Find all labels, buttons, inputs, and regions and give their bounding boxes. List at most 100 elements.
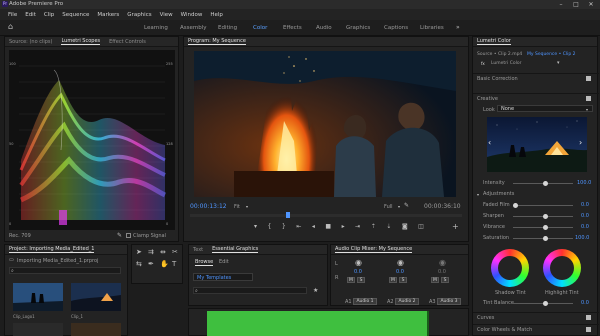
lift-icon[interactable]: ⇡ [371, 223, 376, 233]
tab-browse[interactable]: Browse [195, 259, 214, 266]
graphics-search[interactable]: ⌕ [193, 287, 307, 294]
pen-tool-icon[interactable]: ✒ [148, 261, 154, 268]
solo-button[interactable]: S [399, 277, 407, 283]
go-to-in-icon[interactable]: ⇤ [296, 223, 301, 233]
home-icon[interactable]: ⌂ [8, 23, 13, 31]
templates-select[interactable]: My Templates [193, 273, 253, 281]
section-basic-correction[interactable]: Basic Correction [473, 73, 599, 83]
fit-select[interactable]: Fit [234, 204, 240, 210]
ripple-edit-icon[interactable]: ⇹ [160, 249, 166, 256]
tab-lumetri-scopes[interactable]: Lumetri Scopes [61, 38, 101, 45]
channel-pan-value[interactable]: 0.0 [354, 269, 362, 275]
look-next-icon[interactable]: › [579, 139, 582, 147]
maximize-icon[interactable]: □ [569, 0, 583, 9]
menu-clip[interactable]: Clip [44, 12, 54, 18]
workspace-learning[interactable]: Learning [144, 25, 168, 31]
shadow-tint-wheel[interactable] [491, 249, 529, 287]
wrench-icon[interactable]: ✎ [117, 232, 122, 239]
slider-value[interactable]: 0.0 [581, 202, 589, 208]
quality-chevron-icon[interactable]: ▾ [398, 203, 400, 210]
slider-value[interactable]: 0.0 [581, 213, 589, 219]
tab-source[interactable]: Source: (no clips) [9, 39, 52, 45]
section-creative[interactable]: Creative [473, 93, 599, 103]
fit-chevron-icon[interactable]: ▾ [246, 203, 248, 210]
menu-help[interactable]: Help [210, 12, 223, 18]
menu-markers[interactable]: Markers [97, 12, 119, 18]
workspace-assembly[interactable]: Assembly [180, 25, 207, 31]
faded-film-slider[interactable] [513, 205, 573, 206]
workspace-audio[interactable]: Audio [316, 25, 332, 31]
type-tool-icon[interactable]: T [172, 261, 176, 268]
color-wheels-checkbox[interactable] [586, 327, 591, 332]
tab-project[interactable]: Project: Importing Media_Edited_1 [9, 246, 95, 253]
tab-essential-graphics[interactable]: Essential Graphics [212, 246, 259, 253]
workspace-color[interactable]: Color [253, 25, 267, 31]
tint-balance-value[interactable]: 0.0 [581, 300, 589, 306]
section-curves[interactable]: Curves [473, 312, 599, 322]
add-button-icon[interactable]: + [452, 223, 459, 231]
tab-effect-controls[interactable]: Effect Controls [109, 39, 146, 45]
effect-menu-icon[interactable]: ▾ [557, 60, 560, 67]
menu-view[interactable]: View [160, 12, 173, 18]
export-frame-icon[interactable]: ◙ [402, 223, 408, 233]
tab-program[interactable]: Program: My Sequence [188, 38, 246, 45]
slider-value[interactable]: 100.0 [575, 235, 589, 241]
step-forward-icon[interactable]: ▸ [342, 223, 345, 233]
project-item[interactable] [13, 323, 63, 336]
minimize-icon[interactable]: – [554, 0, 568, 9]
hand-tool-icon[interactable]: ✋ [160, 261, 169, 268]
basic-correction-checkbox[interactable] [586, 76, 591, 81]
pan-knob-icon[interactable]: ◉ [355, 259, 362, 267]
slider-knob[interactable] [543, 225, 548, 230]
selection-tool-icon[interactable]: ➤ [136, 249, 142, 256]
tab-lumetri-color[interactable]: Lumetri Color [477, 38, 511, 45]
slider-knob[interactable] [543, 214, 548, 219]
mute-button[interactable]: M [389, 277, 397, 283]
tint-balance-knob[interactable] [543, 301, 548, 306]
add-marker-icon[interactable]: ▾ [254, 223, 257, 233]
menu-sequence[interactable]: Sequence [62, 12, 89, 18]
stop-icon[interactable]: ■ [325, 223, 331, 233]
lumetri-sequence-label[interactable]: My Sequence • Clip 2 [527, 52, 575, 57]
slip-tool-icon[interactable]: ⇆ [136, 261, 142, 268]
highlight-tint-wheel[interactable] [543, 249, 581, 287]
project-item[interactable] [13, 283, 63, 311]
mark-out-icon[interactable]: } [282, 223, 286, 233]
workspace-captions[interactable]: Captions [384, 25, 408, 31]
step-back-icon[interactable]: ◂ [312, 223, 315, 233]
scope-colorspace[interactable]: Rec. 709 [9, 233, 31, 239]
program-scrubber[interactable] [190, 212, 462, 218]
search-field[interactable]: ⌕ [9, 267, 121, 274]
pan-knob-icon[interactable]: ◉ [439, 259, 446, 267]
slider-value[interactable]: 0.0 [581, 224, 589, 230]
mute-button[interactable]: M [431, 277, 439, 283]
channel-pan-value[interactable]: 0.0 [438, 269, 446, 275]
mark-in-icon[interactable]: { [268, 223, 272, 233]
channel-pan-value[interactable]: 0.0 [396, 269, 404, 275]
workspace-effects[interactable]: Effects [283, 25, 302, 31]
intensity-knob[interactable] [543, 181, 548, 186]
settings-wrench-icon[interactable]: ✎ [404, 202, 409, 209]
tab-audio-clip-mixer[interactable]: Audio Clip Mixer: My Sequence [335, 246, 413, 253]
star-icon[interactable]: ★ [313, 287, 318, 294]
workspace-libraries[interactable]: Libraries [420, 25, 444, 31]
workspace-editing[interactable]: Editing [218, 25, 237, 31]
slider-knob[interactable] [543, 236, 548, 241]
slider-knob[interactable] [513, 203, 518, 208]
tab-edit[interactable]: Edit [219, 259, 229, 265]
comparison-icon[interactable]: ◫ [418, 223, 424, 233]
timeline-clip[interactable] [207, 311, 429, 336]
workspaces-more-icon[interactable]: » [456, 24, 460, 31]
solo-button[interactable]: S [357, 277, 365, 283]
adjustments-chevron-icon[interactable]: ▾ [477, 191, 479, 198]
section-color-wheels[interactable]: Color Wheels & Match [473, 324, 599, 334]
lumetri-source-label[interactable]: Source • Clip 2.mp4 [477, 52, 522, 57]
quality-select[interactable]: Full [384, 204, 393, 210]
pan-knob-icon[interactable]: ◉ [397, 259, 404, 267]
solo-button[interactable]: S [441, 277, 449, 283]
project-item[interactable] [71, 283, 121, 311]
track-select-icon[interactable]: ⇉ [148, 249, 154, 256]
go-to-out-icon[interactable]: ⇥ [355, 223, 360, 233]
close-icon[interactable]: ✕ [584, 0, 598, 9]
creative-checkbox[interactable] [586, 96, 591, 101]
